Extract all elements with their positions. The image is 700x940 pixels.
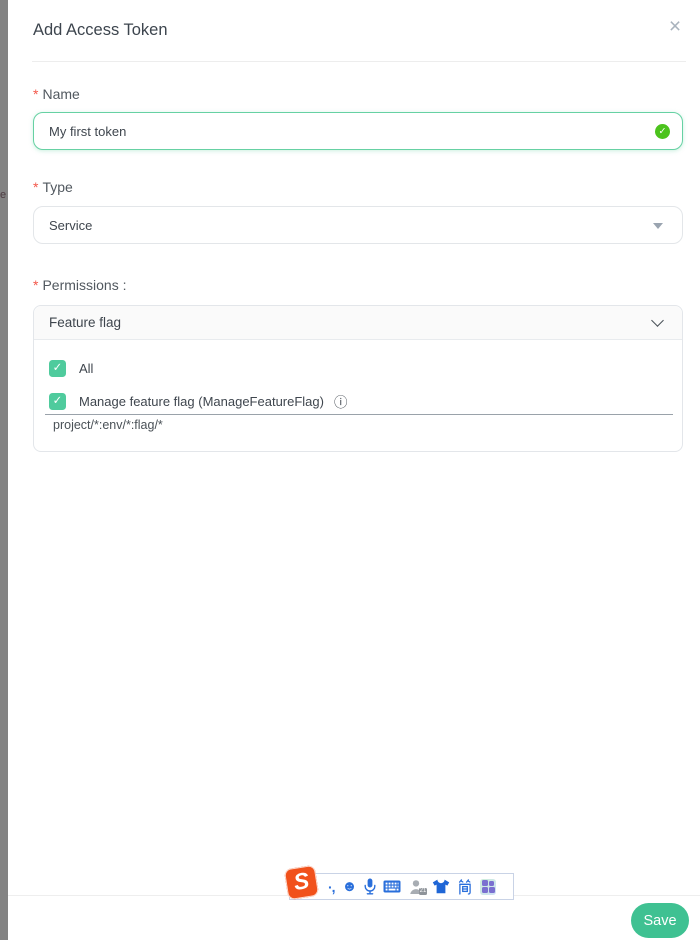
simplified-chinese-icon[interactable] [457,879,473,895]
resource-pattern: project/*:env/*:flag/* [53,418,682,432]
type-select-value: Service [49,218,92,233]
account-badge: 21 [419,888,428,895]
screen: e Add Access Token × *Name My first toke… [0,0,700,940]
all-checkbox-label: All [79,361,93,376]
resource-underline [45,414,673,415]
save-button[interactable]: Save [631,903,689,938]
required-asterisk: * [33,86,38,102]
feature-flag-collapse-header[interactable]: Feature flag [34,306,682,340]
all-checkbox[interactable]: ✓ [49,360,66,377]
required-asterisk: * [33,277,38,293]
sogou-logo-icon[interactable]: S [284,865,319,900]
ime-toolbar: ·, ☻ [289,873,514,900]
header-divider [32,61,686,62]
emoji-icon[interactable]: ☻ [342,878,358,895]
info-icon[interactable]: ⓘ [334,391,348,411]
type-label: *Type [33,179,73,195]
punctuation-icon[interactable]: ·, [328,879,335,895]
permissions-label: *Permissions : [33,277,126,293]
type-select[interactable]: Service [33,206,683,244]
keyboard-icon[interactable] [383,880,401,893]
background-text-fragment: e [0,189,10,201]
permissions-panel: Feature flag ✓ All ✓ Manage feature flag… [33,305,683,452]
manage-feature-flag-label: Manage feature flag (ManageFeatureFlag) [79,394,324,409]
account-icon[interactable]: 21 [408,879,425,895]
skin-tshirt-icon[interactable] [432,879,450,894]
chevron-down-icon [651,314,664,327]
name-label: *Name [33,86,80,102]
permission-row: ✓ All [49,360,682,377]
close-icon[interactable]: × [662,14,688,40]
page-title: Add Access Token [33,21,168,40]
name-input-value: My first token [49,124,126,139]
valid-check-icon: ✓ [655,124,670,139]
background-overlay-strip [0,0,8,940]
toolbox-grid-icon[interactable] [480,879,496,895]
feature-flag-title: Feature flag [49,315,121,330]
dropdown-caret-icon [653,223,663,229]
microphone-icon[interactable] [364,878,376,895]
required-asterisk: * [33,179,38,195]
manage-feature-flag-checkbox[interactable]: ✓ [49,393,66,410]
name-input[interactable]: My first token ✓ [33,112,683,150]
permission-row: ✓ Manage feature flag (ManageFeatureFlag… [49,391,682,411]
